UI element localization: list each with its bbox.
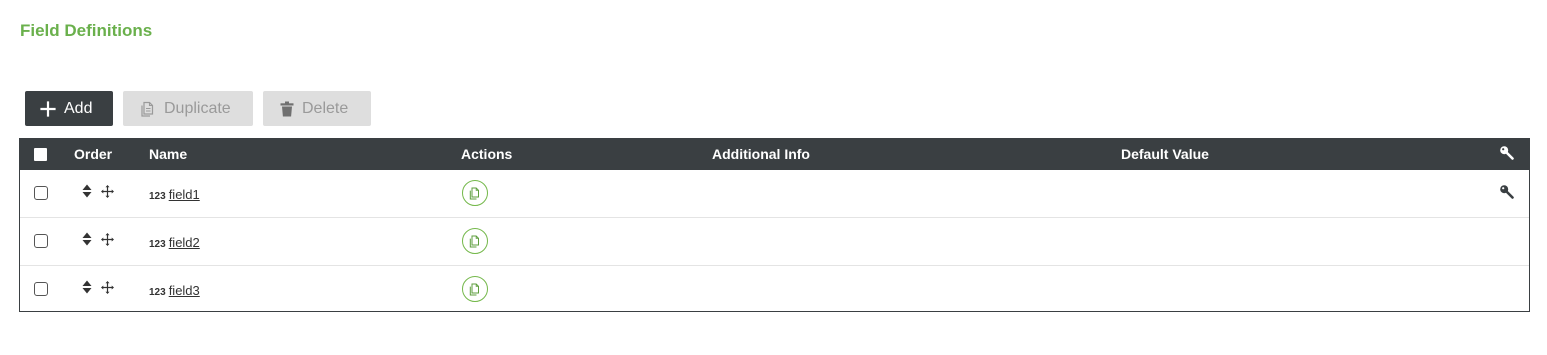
table-row: 123 field3 — [20, 266, 1529, 313]
duplicate-button[interactable]: Duplicate — [123, 91, 253, 126]
sort-arrows-icon[interactable] — [82, 184, 92, 203]
order-controls — [82, 184, 114, 203]
order-controls — [82, 232, 114, 251]
column-header-order[interactable]: Order — [74, 146, 112, 162]
fields-table: Order Name Actions Additional Info Defau… — [19, 138, 1530, 312]
column-header-default-value[interactable]: Default Value — [1121, 146, 1209, 162]
trash-icon — [280, 101, 294, 117]
column-header-additional-info[interactable]: Additional Info — [712, 146, 810, 162]
delete-button-label: Delete — [302, 99, 349, 117]
plus-icon — [40, 100, 56, 117]
field-name-link[interactable]: field3 — [169, 283, 200, 298]
numeric-type-icon: 123 — [149, 239, 166, 250]
select-all-checkbox[interactable] — [34, 148, 47, 161]
numeric-type-icon: 123 — [149, 287, 166, 298]
copy-icon — [140, 100, 156, 118]
order-controls — [82, 280, 114, 299]
key-icon — [1499, 145, 1514, 163]
table-row: 123 field1 — [20, 170, 1529, 218]
row-checkbox[interactable] — [34, 234, 48, 248]
key-icon — [1499, 184, 1514, 204]
delete-button[interactable]: Delete — [263, 91, 371, 126]
copy-action-button[interactable] — [462, 228, 488, 254]
move-icon[interactable] — [101, 232, 114, 251]
duplicate-button-label: Duplicate — [164, 99, 231, 117]
sort-arrows-icon[interactable] — [82, 232, 92, 251]
table-row: 123 field2 — [20, 218, 1529, 266]
copy-action-button[interactable] — [462, 276, 488, 302]
move-icon[interactable] — [101, 280, 114, 299]
column-header-name[interactable]: Name — [149, 146, 187, 162]
numeric-type-icon: 123 — [149, 191, 166, 202]
page-title: Field Definitions — [20, 21, 153, 40]
column-header-actions[interactable]: Actions — [461, 146, 512, 162]
move-icon[interactable] — [101, 184, 114, 203]
sort-arrows-icon[interactable] — [82, 280, 92, 299]
field-name-link[interactable]: field1 — [169, 187, 200, 202]
add-button[interactable]: Add — [25, 91, 113, 126]
row-checkbox[interactable] — [34, 282, 48, 296]
name-cell: 123 field2 — [149, 235, 200, 250]
copy-action-button[interactable] — [462, 180, 488, 206]
name-cell: 123 field3 — [149, 283, 200, 298]
table-header: Order Name Actions Additional Info Defau… — [20, 138, 1529, 170]
toolbar: Add Duplicate Delete — [25, 91, 371, 126]
row-checkbox[interactable] — [34, 186, 48, 200]
field-name-link[interactable]: field2 — [169, 235, 200, 250]
add-button-label: Add — [64, 99, 93, 117]
name-cell: 123 field1 — [149, 187, 200, 202]
